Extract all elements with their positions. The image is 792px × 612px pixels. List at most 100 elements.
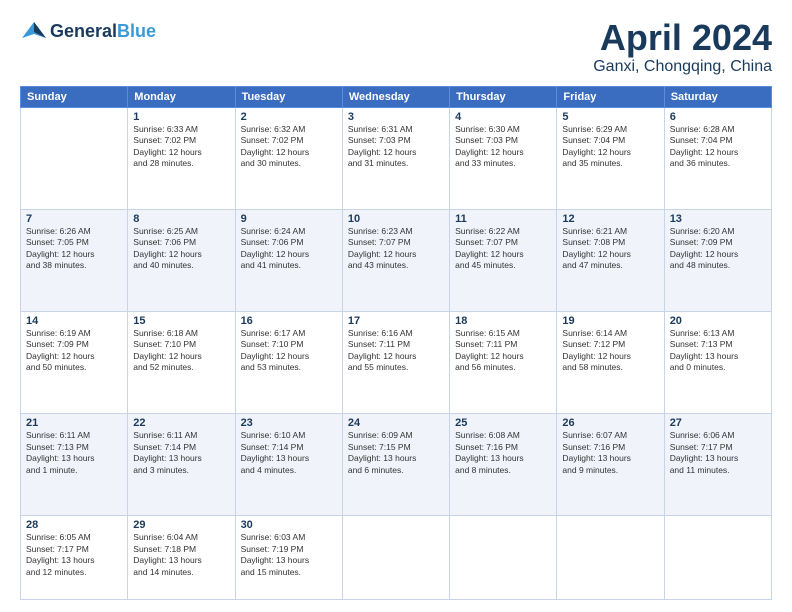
header: GeneralBlue April 2024 Ganxi, Chongqing,… [20,18,772,76]
day-info: Sunrise: 6:20 AM Sunset: 7:09 PM Dayligh… [670,226,766,272]
day-info: Sunrise: 6:11 AM Sunset: 7:13 PM Dayligh… [26,430,122,476]
calendar-cell: 28Sunrise: 6:05 AM Sunset: 7:17 PM Dayli… [21,516,128,600]
calendar-cell: 16Sunrise: 6:17 AM Sunset: 7:10 PM Dayli… [235,311,342,413]
day-number: 10 [348,213,444,225]
day-info: Sunrise: 6:08 AM Sunset: 7:16 PM Dayligh… [455,430,551,476]
calendar-cell: 6Sunrise: 6:28 AM Sunset: 7:04 PM Daylig… [664,107,771,209]
calendar-cell [557,516,664,600]
day-info: Sunrise: 6:32 AM Sunset: 7:02 PM Dayligh… [241,124,337,170]
day-info: Sunrise: 6:15 AM Sunset: 7:11 PM Dayligh… [455,328,551,374]
day-info: Sunrise: 6:16 AM Sunset: 7:11 PM Dayligh… [348,328,444,374]
day-number: 14 [26,315,122,327]
calendar-cell: 23Sunrise: 6:10 AM Sunset: 7:14 PM Dayli… [235,414,342,516]
day-info: Sunrise: 6:22 AM Sunset: 7:07 PM Dayligh… [455,226,551,272]
day-info: Sunrise: 6:13 AM Sunset: 7:13 PM Dayligh… [670,328,766,374]
day-info: Sunrise: 6:10 AM Sunset: 7:14 PM Dayligh… [241,430,337,476]
day-number: 1 [133,111,229,123]
day-number: 6 [670,111,766,123]
col-sunday: Sunday [21,86,128,107]
day-number: 2 [241,111,337,123]
day-number: 20 [670,315,766,327]
calendar-cell [664,516,771,600]
day-number: 17 [348,315,444,327]
calendar-table: Sunday Monday Tuesday Wednesday Thursday… [20,86,772,600]
day-number: 26 [562,417,658,429]
logo-text-blue: Blue [117,21,156,41]
col-wednesday: Wednesday [342,86,449,107]
calendar-cell: 7Sunrise: 6:26 AM Sunset: 7:05 PM Daylig… [21,209,128,311]
calendar-cell: 8Sunrise: 6:25 AM Sunset: 7:06 PM Daylig… [128,209,235,311]
day-info: Sunrise: 6:28 AM Sunset: 7:04 PM Dayligh… [670,124,766,170]
day-info: Sunrise: 6:29 AM Sunset: 7:04 PM Dayligh… [562,124,658,170]
calendar-cell: 24Sunrise: 6:09 AM Sunset: 7:15 PM Dayli… [342,414,449,516]
calendar-cell: 2Sunrise: 6:32 AM Sunset: 7:02 PM Daylig… [235,107,342,209]
col-saturday: Saturday [664,86,771,107]
calendar-cell [450,516,557,600]
day-number: 9 [241,213,337,225]
col-tuesday: Tuesday [235,86,342,107]
calendar-cell: 27Sunrise: 6:06 AM Sunset: 7:17 PM Dayli… [664,414,771,516]
day-number: 12 [562,213,658,225]
day-number: 3 [348,111,444,123]
day-number: 13 [670,213,766,225]
day-number: 16 [241,315,337,327]
calendar-cell: 17Sunrise: 6:16 AM Sunset: 7:11 PM Dayli… [342,311,449,413]
day-info: Sunrise: 6:26 AM Sunset: 7:05 PM Dayligh… [26,226,122,272]
day-number: 19 [562,315,658,327]
calendar-cell: 29Sunrise: 6:04 AM Sunset: 7:18 PM Dayli… [128,516,235,600]
logo: GeneralBlue [20,18,156,46]
calendar-cell: 21Sunrise: 6:11 AM Sunset: 7:13 PM Dayli… [21,414,128,516]
day-number: 11 [455,213,551,225]
day-number: 4 [455,111,551,123]
day-number: 18 [455,315,551,327]
subtitle: Ganxi, Chongqing, China [593,58,772,76]
calendar-cell: 12Sunrise: 6:21 AM Sunset: 7:08 PM Dayli… [557,209,664,311]
day-info: Sunrise: 6:11 AM Sunset: 7:14 PM Dayligh… [133,430,229,476]
col-thursday: Thursday [450,86,557,107]
day-info: Sunrise: 6:23 AM Sunset: 7:07 PM Dayligh… [348,226,444,272]
day-number: 21 [26,417,122,429]
logo-bird-icon [20,18,48,46]
calendar-cell: 26Sunrise: 6:07 AM Sunset: 7:16 PM Dayli… [557,414,664,516]
page: GeneralBlue April 2024 Ganxi, Chongqing,… [0,0,792,612]
day-info: Sunrise: 6:30 AM Sunset: 7:03 PM Dayligh… [455,124,551,170]
calendar-cell: 3Sunrise: 6:31 AM Sunset: 7:03 PM Daylig… [342,107,449,209]
calendar-cell: 1Sunrise: 6:33 AM Sunset: 7:02 PM Daylig… [128,107,235,209]
calendar-cell: 22Sunrise: 6:11 AM Sunset: 7:14 PM Dayli… [128,414,235,516]
day-info: Sunrise: 6:07 AM Sunset: 7:16 PM Dayligh… [562,430,658,476]
day-number: 23 [241,417,337,429]
day-info: Sunrise: 6:18 AM Sunset: 7:10 PM Dayligh… [133,328,229,374]
day-info: Sunrise: 6:21 AM Sunset: 7:08 PM Dayligh… [562,226,658,272]
day-info: Sunrise: 6:06 AM Sunset: 7:17 PM Dayligh… [670,430,766,476]
day-info: Sunrise: 6:03 AM Sunset: 7:19 PM Dayligh… [241,532,337,578]
calendar-cell: 9Sunrise: 6:24 AM Sunset: 7:06 PM Daylig… [235,209,342,311]
calendar-cell: 25Sunrise: 6:08 AM Sunset: 7:16 PM Dayli… [450,414,557,516]
day-info: Sunrise: 6:17 AM Sunset: 7:10 PM Dayligh… [241,328,337,374]
calendar-cell: 10Sunrise: 6:23 AM Sunset: 7:07 PM Dayli… [342,209,449,311]
day-number: 22 [133,417,229,429]
day-info: Sunrise: 6:25 AM Sunset: 7:06 PM Dayligh… [133,226,229,272]
day-number: 30 [241,519,337,531]
day-number: 7 [26,213,122,225]
calendar-header-row: Sunday Monday Tuesday Wednesday Thursday… [21,86,772,107]
day-number: 25 [455,417,551,429]
col-monday: Monday [128,86,235,107]
day-number: 27 [670,417,766,429]
calendar-cell: 15Sunrise: 6:18 AM Sunset: 7:10 PM Dayli… [128,311,235,413]
day-number: 28 [26,519,122,531]
day-info: Sunrise: 6:05 AM Sunset: 7:17 PM Dayligh… [26,532,122,578]
calendar-cell: 30Sunrise: 6:03 AM Sunset: 7:19 PM Dayli… [235,516,342,600]
title-block: April 2024 Ganxi, Chongqing, China [593,18,772,76]
day-info: Sunrise: 6:33 AM Sunset: 7:02 PM Dayligh… [133,124,229,170]
calendar-cell: 11Sunrise: 6:22 AM Sunset: 7:07 PM Dayli… [450,209,557,311]
day-info: Sunrise: 6:04 AM Sunset: 7:18 PM Dayligh… [133,532,229,578]
logo-text-general: General [50,21,117,41]
calendar-cell: 20Sunrise: 6:13 AM Sunset: 7:13 PM Dayli… [664,311,771,413]
main-title: April 2024 [593,18,772,58]
day-info: Sunrise: 6:31 AM Sunset: 7:03 PM Dayligh… [348,124,444,170]
day-info: Sunrise: 6:09 AM Sunset: 7:15 PM Dayligh… [348,430,444,476]
col-friday: Friday [557,86,664,107]
calendar-cell: 18Sunrise: 6:15 AM Sunset: 7:11 PM Dayli… [450,311,557,413]
calendar-cell [342,516,449,600]
day-number: 8 [133,213,229,225]
